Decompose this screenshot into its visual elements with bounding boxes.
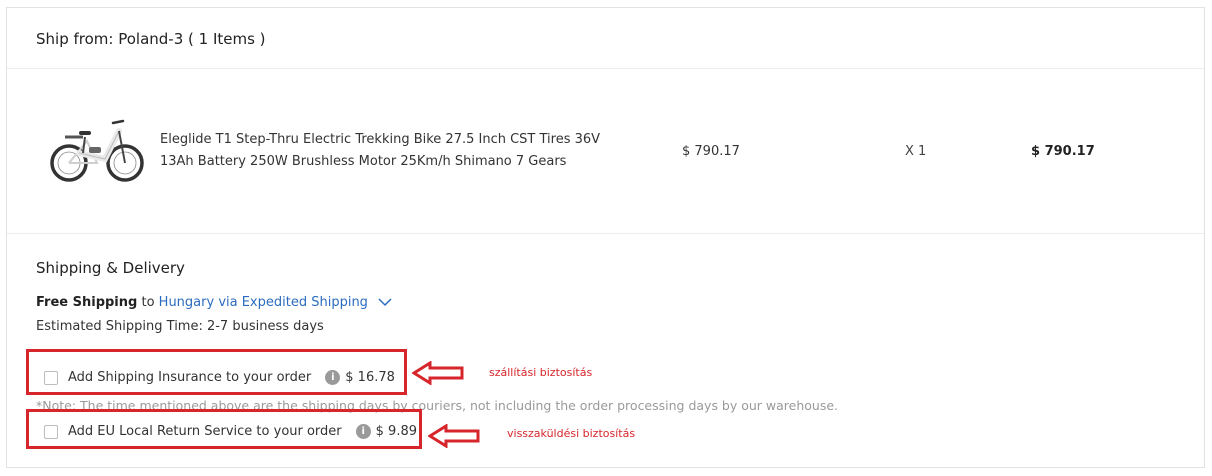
shipping-delivery-title: Shipping & Delivery bbox=[36, 259, 185, 277]
order-card: Ship from: Poland-3 ( 1 Items ) Eleglide… bbox=[6, 7, 1205, 468]
shipping-method-line: Free Shipping to Hungary via Expedited S… bbox=[36, 295, 392, 310]
annotation-arrow-left-icon bbox=[412, 361, 464, 385]
line-total: $ 790.17 bbox=[1031, 144, 1095, 159]
divider bbox=[7, 233, 1204, 234]
quantity: X 1 bbox=[905, 144, 927, 159]
unit-price: $ 790.17 bbox=[682, 144, 740, 159]
annotation-box-return bbox=[26, 409, 422, 449]
annotation-insurance-text: szállítási biztosítás bbox=[489, 366, 593, 379]
to-word: to bbox=[141, 295, 155, 310]
chevron-down-icon[interactable] bbox=[378, 298, 392, 307]
free-shipping-label: Free Shipping bbox=[36, 295, 138, 310]
product-image[interactable] bbox=[47, 113, 147, 188]
annotation-arrow-left-icon bbox=[428, 424, 480, 448]
estimated-shipping-time: Estimated Shipping Time: 2-7 business da… bbox=[36, 319, 324, 334]
product-name[interactable]: Eleglide T1 Step-Thru Electric Trekking … bbox=[160, 129, 630, 173]
divider bbox=[7, 68, 1204, 69]
ship-from-title: Ship from: Poland-3 ( 1 Items ) bbox=[36, 30, 266, 48]
annotation-return-text: visszaküldési biztosítás bbox=[507, 427, 636, 440]
annotation-box-insurance bbox=[26, 349, 407, 395]
shipping-method-link[interactable]: Hungary via Expedited Shipping bbox=[159, 295, 368, 310]
